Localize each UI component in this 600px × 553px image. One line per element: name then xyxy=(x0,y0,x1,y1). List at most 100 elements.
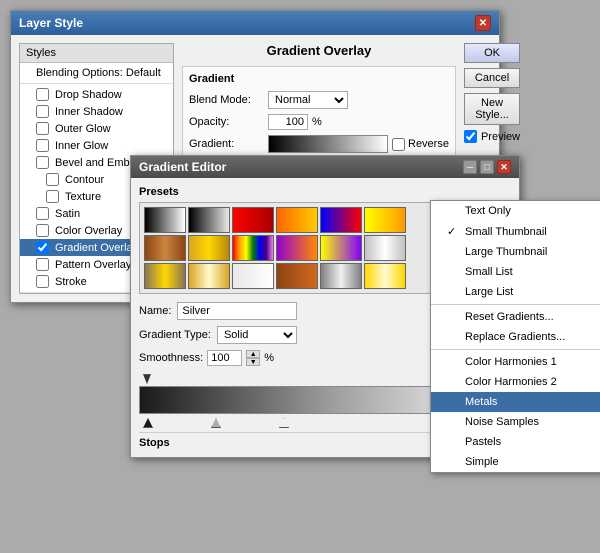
drop-shadow-checkbox[interactable] xyxy=(36,88,49,101)
gradient-editor-titlebar: Gradient Editor ─ □ ✕ xyxy=(131,156,519,178)
pattern-overlay-label: Pattern Overlay xyxy=(55,259,131,271)
context-menu-label-6: Replace Gradients... xyxy=(465,331,565,343)
context-menu-item-7[interactable]: Color Harmonies 1 xyxy=(431,352,600,372)
ok-button[interactable]: OK xyxy=(464,43,520,63)
outer-glow-checkbox[interactable] xyxy=(36,122,49,135)
preset-swatch-14[interactable] xyxy=(232,263,274,289)
pattern-overlay-checkbox[interactable] xyxy=(36,258,49,271)
inner-glow-checkbox[interactable] xyxy=(36,139,49,152)
presets-container: ▶ xyxy=(139,202,469,294)
context-menu-item-9[interactable]: Metals xyxy=(431,392,600,412)
context-menu-label-0: Text Only xyxy=(465,205,511,217)
opacity-stop-left[interactable] xyxy=(143,374,151,384)
outer-glow-label: Outer Glow xyxy=(55,123,111,135)
preview-label: Preview xyxy=(481,131,520,143)
ge-minimize-icon[interactable]: ─ xyxy=(463,160,477,174)
contour-checkbox[interactable] xyxy=(46,173,59,186)
context-menu: Text Only ✓Small Thumbnail Large Thumbnail… xyxy=(430,200,600,473)
gradient-type-label: Gradient Type: xyxy=(139,329,211,341)
presets-label: Presets xyxy=(139,186,469,198)
color-overlay-checkbox[interactable] xyxy=(36,224,49,237)
preview-row: Preview xyxy=(464,130,520,143)
gradient-preview[interactable] xyxy=(268,135,388,153)
close-icon[interactable]: ✕ xyxy=(475,15,491,31)
preset-swatch-4[interactable] xyxy=(320,207,362,233)
texture-checkbox[interactable] xyxy=(46,190,59,203)
context-menu-label-4: Large List xyxy=(465,286,513,298)
sidebar-item-inner-shadow[interactable]: Inner Shadow xyxy=(20,103,173,120)
gradient-label: Gradient: xyxy=(189,138,264,150)
context-menu-item-5[interactable]: Reset Gradients... xyxy=(431,307,600,327)
preset-swatch-12[interactable] xyxy=(144,263,186,289)
cancel-button[interactable]: Cancel xyxy=(464,68,520,88)
sidebar-item-drop-shadow[interactable]: Drop Shadow xyxy=(20,86,173,103)
sidebar-item-blending[interactable]: Blending Options: Default xyxy=(20,65,173,81)
context-menu-item-12[interactable]: Simple xyxy=(431,452,600,472)
preset-swatch-16[interactable] xyxy=(320,263,362,289)
inner-shadow-checkbox[interactable] xyxy=(36,105,49,118)
color-stop-left[interactable] xyxy=(143,418,153,428)
opacity-input[interactable] xyxy=(268,114,308,130)
context-menu-item-2[interactable]: Large Thumbnail xyxy=(431,242,600,262)
reverse-label: Reverse xyxy=(408,138,449,150)
ge-titlebar-buttons: ─ □ ✕ xyxy=(463,160,511,174)
preset-swatch-0[interactable] xyxy=(144,207,186,233)
preset-swatch-10[interactable] xyxy=(320,235,362,261)
name-input[interactable] xyxy=(177,302,297,320)
bevel-checkbox[interactable] xyxy=(36,156,49,169)
blend-mode-select[interactable]: Normal xyxy=(268,91,348,109)
reverse-row: Reverse xyxy=(392,138,449,151)
sidebar-item-inner-glow[interactable]: Inner Glow xyxy=(20,137,173,154)
smoothness-input[interactable] xyxy=(207,350,242,366)
contour-label: Contour xyxy=(65,174,104,186)
smoothness-stepper[interactable]: ▲ ▼ xyxy=(246,350,260,366)
satin-label: Satin xyxy=(55,208,80,220)
blend-mode-label: Blend Mode: xyxy=(189,94,264,106)
preset-swatch-15[interactable] xyxy=(276,263,318,289)
context-menu-item-6[interactable]: Replace Gradients... xyxy=(431,327,600,347)
context-menu-item-1[interactable]: ✓Small Thumbnail xyxy=(431,221,600,242)
reverse-checkbox[interactable] xyxy=(392,138,405,151)
checkmark-1: ✓ xyxy=(447,225,459,238)
preset-swatch-13[interactable] xyxy=(188,263,230,289)
context-menu-item-3[interactable]: Small List xyxy=(431,262,600,282)
inner-shadow-label: Inner Shadow xyxy=(55,106,123,118)
stroke-checkbox[interactable] xyxy=(36,275,49,288)
preset-swatch-6[interactable] xyxy=(144,235,186,261)
color-overlay-label: Color Overlay xyxy=(55,225,122,237)
ge-close-icon[interactable]: ✕ xyxy=(497,160,511,174)
preset-swatch-9[interactable] xyxy=(276,235,318,261)
satin-checkbox[interactable] xyxy=(36,207,49,220)
presets-grid xyxy=(144,207,464,289)
context-menu-item-10[interactable]: Noise Samples xyxy=(431,412,600,432)
layer-style-titlebar: Layer Style ✕ xyxy=(11,11,499,35)
preview-checkbox[interactable] xyxy=(464,130,477,143)
gradient-type-select[interactable]: Solid xyxy=(217,326,297,344)
gradient-editor-title: Gradient Editor xyxy=(139,160,226,174)
smooth-up-icon[interactable]: ▲ xyxy=(246,350,260,358)
preset-swatch-1[interactable] xyxy=(188,207,230,233)
context-menu-item-0[interactable]: Text Only xyxy=(431,201,600,221)
drop-shadow-label: Drop Shadow xyxy=(55,89,122,101)
preset-swatch-3[interactable] xyxy=(276,207,318,233)
context-menu-item-8[interactable]: Color Harmonies 2 xyxy=(431,372,600,392)
context-menu-label-2: Large Thumbnail xyxy=(465,246,547,258)
ge-maximize-icon[interactable]: □ xyxy=(480,160,494,174)
gradient-overlay-checkbox[interactable] xyxy=(36,241,49,254)
blend-mode-row: Blend Mode: Normal xyxy=(189,91,449,109)
color-stop-right[interactable] xyxy=(279,418,289,428)
preset-swatch-11[interactable] xyxy=(364,235,406,261)
new-style-button[interactable]: New Style... xyxy=(464,93,520,125)
preset-swatch-7[interactable] xyxy=(188,235,230,261)
sidebar-item-outer-glow[interactable]: Outer Glow xyxy=(20,120,173,137)
context-menu-item-11[interactable]: Pastels xyxy=(431,432,600,452)
smooth-down-icon[interactable]: ▼ xyxy=(246,358,260,366)
preset-swatch-2[interactable] xyxy=(232,207,274,233)
context-menu-item-4[interactable]: Large List xyxy=(431,282,600,302)
color-stop-mid[interactable] xyxy=(211,418,221,428)
menu-separator-4 xyxy=(431,304,600,305)
preset-swatch-17[interactable] xyxy=(364,263,406,289)
preset-swatch-8[interactable] xyxy=(232,235,274,261)
preset-swatch-5[interactable] xyxy=(364,207,406,233)
gradient-row: Gradient: Reverse xyxy=(189,135,449,153)
